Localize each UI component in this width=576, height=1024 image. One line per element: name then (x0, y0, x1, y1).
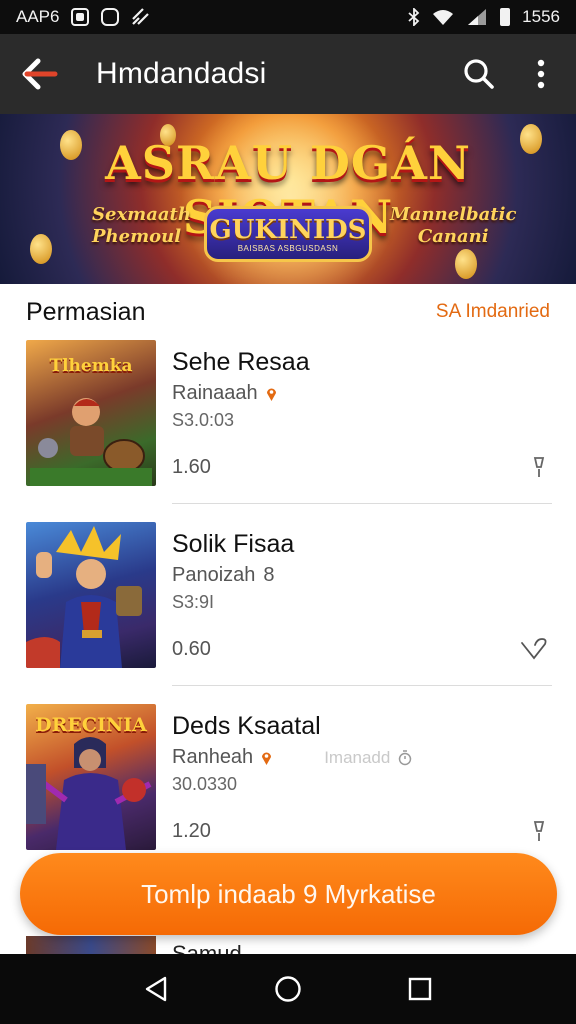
status-carrier-text: AAP6 (16, 7, 60, 26)
item-subtitle-text: Panoizah (172, 564, 256, 586)
next-item-thumbnail (26, 936, 156, 954)
notification-icon (71, 8, 90, 26)
next-item-name: Samud (172, 941, 242, 954)
list-divider (172, 503, 552, 504)
search-icon (464, 59, 494, 89)
nav-back-button[interactable] (136, 969, 176, 1009)
timer-icon (399, 749, 412, 765)
banner-left-line-2: Phemoul (92, 226, 182, 247)
cast-icon (132, 8, 150, 25)
list-divider (172, 685, 552, 686)
battery-icon (500, 8, 511, 26)
nav-home-icon (275, 976, 301, 1002)
item-thumbnail: DRECINIA (26, 704, 156, 850)
item-price: S3.0:03 (172, 410, 235, 430)
item-name: Sehe Resaa (172, 348, 310, 376)
item-price: 30.0330 (172, 774, 238, 794)
item-subtitle: Ranheah Imanadd (172, 746, 412, 769)
see-all-link[interactable]: SA Imdanried (436, 301, 550, 323)
banner-left-text: Sexmaath Phemoul (92, 204, 191, 248)
primary-action-button[interactable]: Tomlp indaab 9 Myrkatise (20, 853, 557, 935)
item-action-button[interactable] (526, 818, 552, 844)
system-nav-bar (0, 954, 576, 1024)
back-arrow-icon (22, 58, 58, 90)
banner-right-line-2: Canani (417, 226, 489, 247)
section-title: Permasian (26, 297, 146, 326)
nav-recents-button[interactable] (400, 969, 440, 1009)
item-subtitle-faded: Imanadd (324, 747, 391, 767)
game-art-illustration (26, 737, 152, 850)
app-notification-icon (101, 8, 120, 26)
item-name: Deds Ksaatal (172, 712, 321, 740)
coin-icon (455, 249, 477, 279)
status-left: AAP6 (16, 7, 151, 27)
banner-badge-title: GUKINIDS (209, 214, 367, 245)
search-button[interactable] (462, 57, 496, 91)
item-subtitle-text: Rainaaah (172, 382, 258, 404)
item-price: S3:9I (172, 592, 215, 612)
nav-back-icon (145, 976, 167, 1002)
more-options-button[interactable] (524, 57, 558, 91)
more-vert-icon (537, 59, 545, 89)
item-meta: 0.60 (172, 638, 211, 660)
location-pin-icon (266, 388, 276, 401)
app-bar-actions (462, 57, 558, 91)
banner-left-line-1: Sexmaath (92, 204, 191, 225)
item-action-button[interactable] (526, 454, 552, 480)
item-meta: 1.60 (172, 456, 211, 478)
heart-outline-icon (521, 638, 547, 660)
location-pin-icon (262, 752, 272, 765)
banner-badge: GUKINIDS BAISBAS ASBGUSDASN (204, 206, 372, 262)
item-thumbnail: Tlhemka (26, 340, 156, 486)
section-header: Permasian SA Imdanried (0, 284, 576, 340)
item-subtitle-suffix: 8 (263, 564, 275, 586)
item-thumbnail (26, 522, 156, 668)
list-item[interactable]: Solik Fisaa Panoizah 8 S3:9I 0.60 (0, 522, 576, 704)
banner-right-line-1: Mannelbatic (390, 204, 517, 225)
wifi-icon (433, 10, 454, 25)
item-name: Solik Fisaa (172, 530, 295, 558)
list-item[interactable]: Tlhemka Sehe Resaa Rainaaah S3.0:03 1.60 (0, 340, 576, 522)
item-subtitle: Rainaaah (172, 382, 277, 405)
favorite-button[interactable] (518, 636, 550, 662)
status-time: 1556 (522, 7, 560, 26)
pin-outline-icon (533, 457, 545, 477)
nav-recents-icon (408, 977, 432, 1001)
item-meta: 1.20 (172, 820, 211, 842)
banner-right-text: Mannelbatic Canani (390, 204, 516, 248)
game-art-illustration (26, 526, 142, 668)
nav-home-button[interactable] (268, 969, 308, 1009)
banner-badge-subtitle: BAISBAS ASBGUSDASN (237, 243, 339, 253)
page-title: Hmdandadsi (96, 57, 267, 90)
item-subtitle: Panoizah 8 (172, 564, 275, 587)
back-button[interactable] (18, 52, 62, 96)
pin-outline-icon (533, 821, 545, 841)
status-right: 1556 (408, 7, 560, 27)
game-art-illustration (30, 398, 152, 486)
status-bar: AAP6 1556 (0, 0, 576, 34)
bluetooth-icon (408, 8, 420, 26)
app-bar: Hmdandadsi (0, 34, 576, 114)
item-subtitle-text: Ranheah (172, 746, 254, 768)
signal-icon (468, 9, 487, 25)
